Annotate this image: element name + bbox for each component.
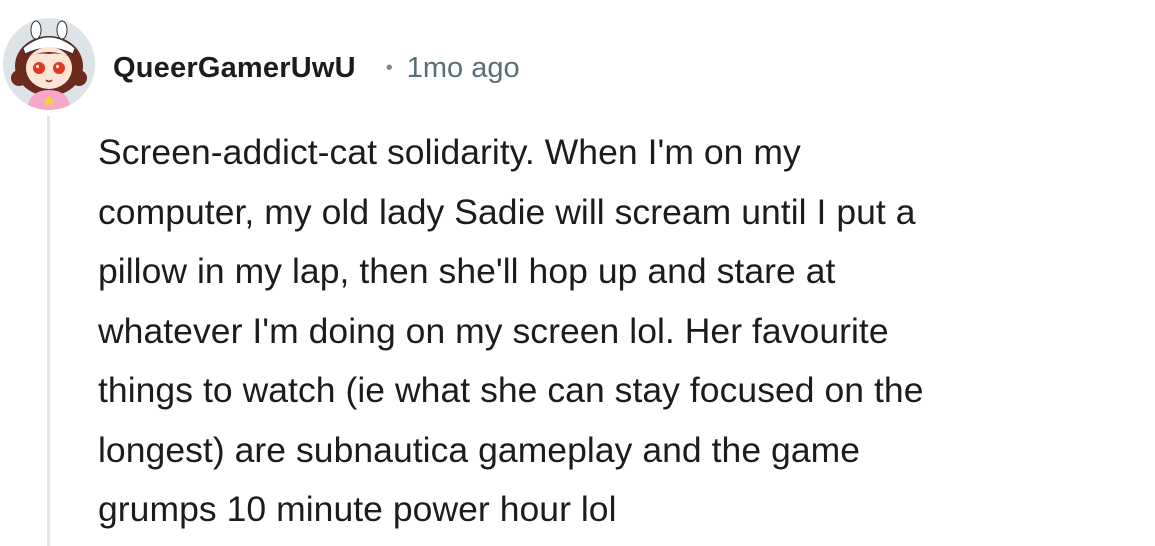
comment: QueerGamerUwU • 1mo ago Screen-addict-ca… (0, 0, 1155, 546)
comment-body-line: longest) are subnautica gameplay and the… (98, 429, 861, 470)
comment-body-line: grumps 10 minute power hour lol (98, 489, 617, 529)
comment-body-line: computer, my old lady Sadie will scream … (98, 191, 916, 232)
comment-body-line: whatever I'm doing on my screen lol. Her… (98, 310, 889, 351)
user-avatar[interactable] (3, 18, 95, 110)
username-link[interactable]: QueerGamerUwU (113, 52, 356, 85)
comment-body-line: Screen-addict-cat solidarity. When I'm o… (98, 132, 801, 172)
comment-body-line: pillow in my lap, then she'll hop up and… (98, 251, 836, 291)
comment-body-line: things to watch (ie what she can stay fo… (98, 370, 924, 410)
cartoon-avatar-icon (11, 20, 87, 110)
comment-timestamp[interactable]: 1mo ago (407, 52, 520, 85)
thread-collapse-line[interactable] (47, 116, 50, 546)
meta-separator: • (385, 57, 393, 79)
comment-meta: QueerGamerUwU • 1mo ago (113, 46, 520, 90)
comment-body: Screen-addict-cat solidarity. When I'm o… (98, 123, 1138, 540)
